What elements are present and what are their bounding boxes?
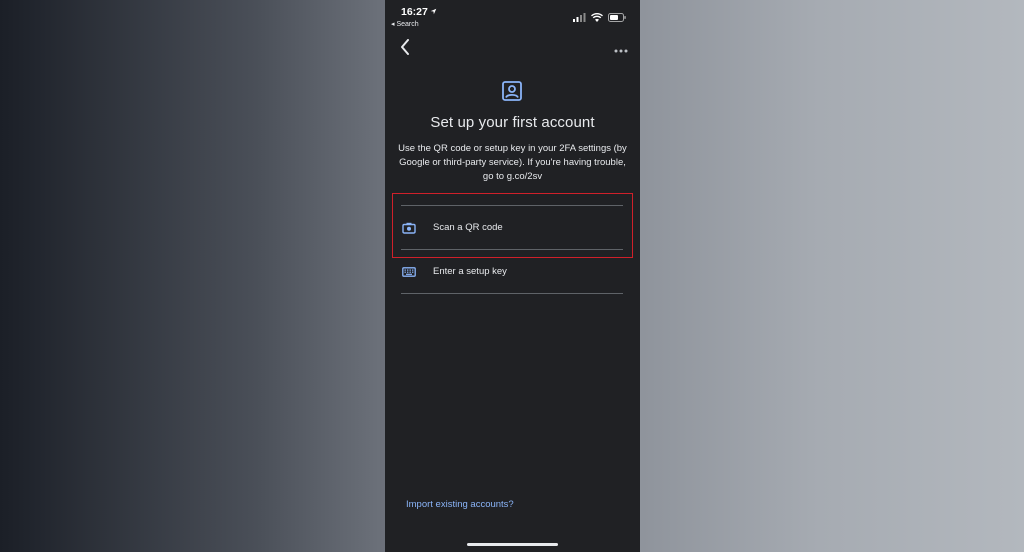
import-existing-accounts-link[interactable]: Import existing accounts? xyxy=(406,499,514,510)
status-bar: 16:27 ◂ Search xyxy=(385,0,640,32)
status-icons xyxy=(573,9,626,27)
phone-screen: 16:27 ◂ Search Set up your first account… xyxy=(385,0,640,552)
home-indicator[interactable] xyxy=(467,543,558,546)
enter-setup-key-label: Enter a setup key xyxy=(433,266,507,277)
account-box-icon xyxy=(501,80,523,102)
more-options-button[interactable] xyxy=(609,40,633,58)
annotation-highlight-box xyxy=(392,193,633,258)
back-button[interactable] xyxy=(395,38,415,60)
battery-icon xyxy=(608,9,626,27)
time-label: 16:27 xyxy=(401,6,428,18)
back-to-app-link[interactable]: ◂ Search xyxy=(391,20,419,28)
divider-bottom xyxy=(401,293,623,294)
location-arrow-icon xyxy=(430,6,437,18)
keyboard-icon xyxy=(401,264,417,280)
wifi-icon xyxy=(591,9,603,27)
chevron-left-icon xyxy=(400,38,410,60)
cellular-signal-icon xyxy=(573,9,586,27)
page-description: Use the QR code or setup key in your 2FA… xyxy=(398,143,627,182)
more-horizontal-icon xyxy=(614,40,628,58)
status-time: 16:27 xyxy=(401,6,437,18)
page-title: Set up your first account xyxy=(430,114,595,131)
